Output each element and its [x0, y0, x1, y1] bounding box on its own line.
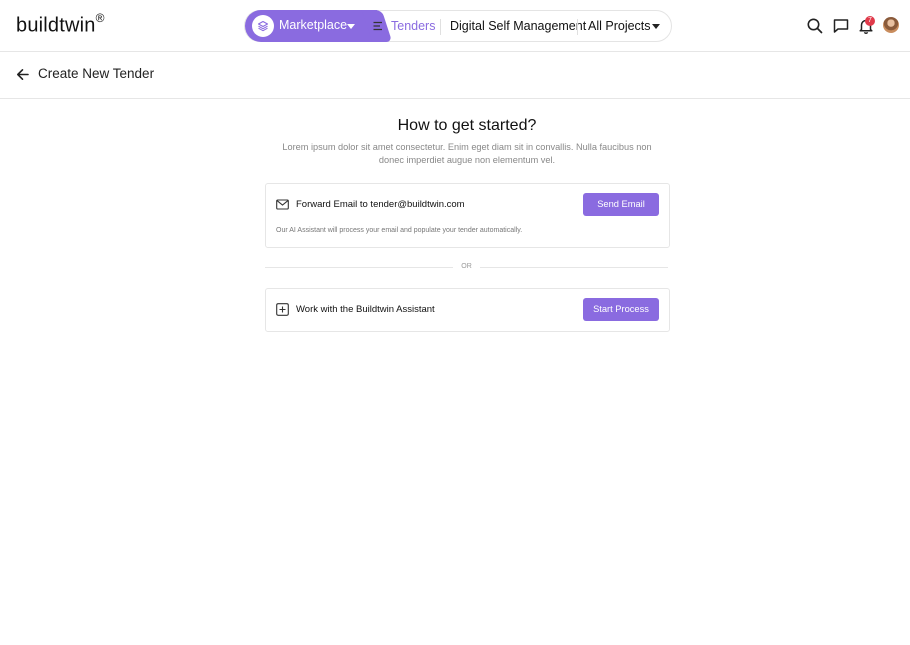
notification-badge: 7 [865, 16, 875, 26]
search-icon[interactable] [806, 17, 824, 35]
email-option-card: Forward Email to tender@buildtwin.com Se… [265, 183, 670, 248]
tab-tenders[interactable]: Tenders [391, 19, 435, 33]
main-nav: Marketplace Tenders Digital Self Managem… [244, 10, 672, 42]
logo-text: buildtwin [16, 14, 96, 37]
assistant-option-card: Work with the Buildtwin Assistant Start … [265, 288, 670, 332]
tab-digital-self-management[interactable]: Digital Self Management [450, 19, 586, 33]
nav-divider [577, 19, 578, 35]
page-title: Create New Tender [38, 66, 155, 81]
logo[interactable]: buildtwin® [16, 11, 105, 38]
chevron-down-icon[interactable] [652, 24, 660, 29]
top-bar: buildtwin® Marketplace Tenders Digital S… [0, 0, 910, 52]
or-divider: OR [265, 262, 668, 272]
section-heading: How to get started? [397, 117, 537, 134]
logo-mark: ® [95, 11, 105, 25]
layers-icon [252, 15, 274, 37]
menu-icon [373, 21, 382, 31]
avatar[interactable] [883, 17, 899, 33]
start-process-button[interactable]: Start Process [583, 298, 659, 321]
chevron-down-icon[interactable] [347, 24, 355, 29]
email-option-title: Forward Email to tender@buildtwin.com [296, 199, 465, 210]
mail-icon [276, 199, 289, 210]
marketplace-dropdown[interactable]: Marketplace [245, 10, 377, 42]
assistant-option-title: Work with the Buildtwin Assistant [296, 304, 435, 315]
add-square-icon [276, 303, 289, 316]
back-arrow-icon[interactable] [16, 68, 29, 81]
email-option-note: Our AI Assistant will process your email… [276, 227, 523, 234]
or-label: OR [461, 263, 472, 270]
send-email-button[interactable]: Send Email [583, 193, 659, 216]
nav-divider [440, 19, 441, 35]
chat-icon[interactable] [832, 17, 850, 35]
marketplace-label: Marketplace [279, 18, 348, 32]
page-header: Create New Tender [0, 52, 910, 99]
section-description: Lorem ipsum dolor sit amet consectetur. … [282, 142, 652, 165]
all-projects-dropdown[interactable]: All Projects [588, 19, 651, 33]
